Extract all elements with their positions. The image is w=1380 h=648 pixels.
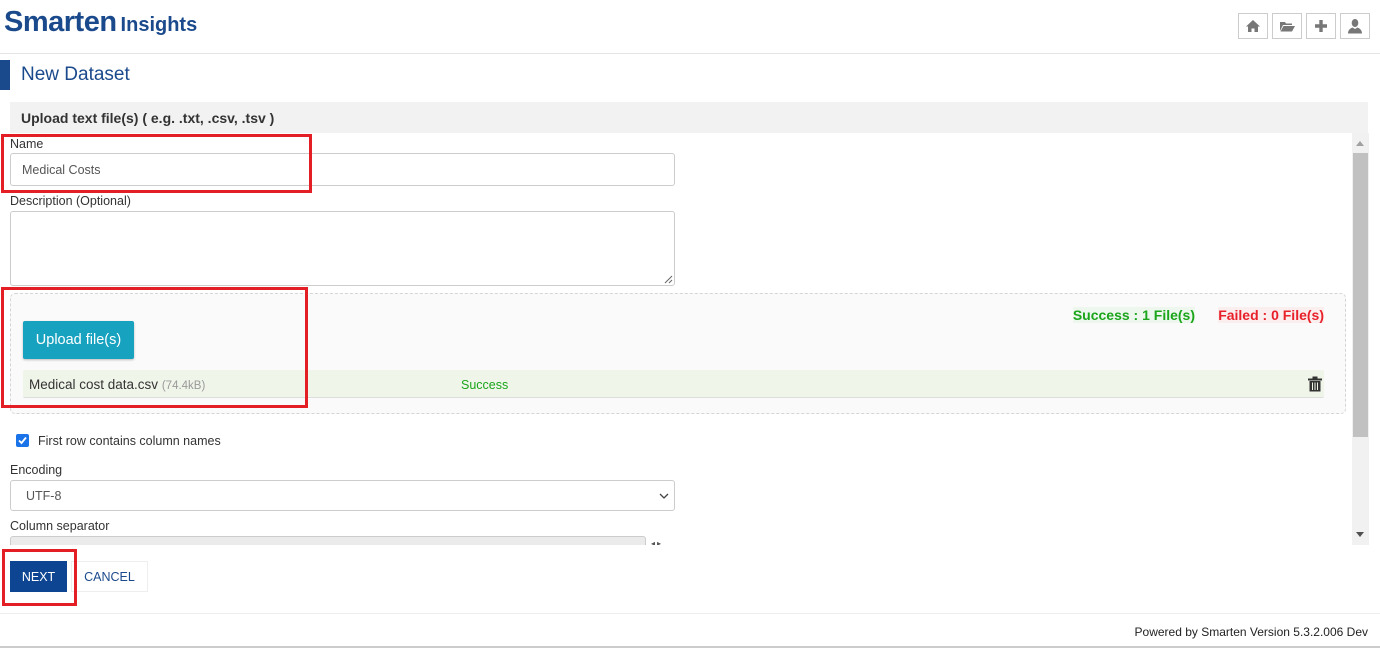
separator-input[interactable] bbox=[10, 536, 646, 545]
home-icon bbox=[1246, 20, 1260, 32]
brand-main: Smarten bbox=[4, 6, 117, 38]
vertical-scrollbar[interactable] bbox=[1352, 133, 1369, 545]
file-list-item: Medical cost data.csv (74.4kB) Success bbox=[23, 370, 1324, 398]
open-folder-button[interactable] bbox=[1272, 13, 1302, 39]
file-status: Success bbox=[461, 378, 509, 392]
file-name-text: Medical cost data.csv bbox=[29, 377, 159, 392]
encoding-select[interactable]: UTF-8 bbox=[10, 480, 675, 511]
brand-sub: Insights bbox=[120, 14, 198, 36]
page-title: New Dataset bbox=[21, 64, 130, 85]
encoding-value: UTF-8 bbox=[26, 489, 62, 503]
separator-label: Column separator bbox=[10, 519, 110, 533]
scroll-up-icon[interactable] bbox=[1356, 141, 1364, 146]
file-name: Medical cost data.csv (74.4kB) bbox=[29, 377, 205, 392]
cancel-button[interactable]: CANCEL bbox=[71, 561, 148, 592]
form-scroll-area: Name Medical Costs Description (Optional… bbox=[0, 133, 1352, 545]
name-label: Name bbox=[10, 137, 44, 151]
title-accent bbox=[0, 60, 10, 90]
app-header: Smarten Insights bbox=[0, 0, 1380, 54]
description-textarea[interactable] bbox=[10, 211, 675, 286]
upload-dropzone[interactable]: Upload file(s) Success : 1 File(s) Faile… bbox=[10, 293, 1346, 414]
folder-open-icon bbox=[1280, 22, 1295, 32]
success-count: Success : 1 File(s) bbox=[1072, 307, 1195, 323]
footer-version: Powered by Smarten Version 5.3.2.006 Dev bbox=[1134, 625, 1368, 639]
first-row-checkbox[interactable] bbox=[16, 434, 29, 447]
brand-logo[interactable]: Smarten Insights bbox=[4, 6, 197, 39]
scrollbar-thumb[interactable] bbox=[1353, 153, 1368, 437]
user-icon bbox=[1348, 19, 1362, 34]
footer-divider bbox=[0, 613, 1380, 614]
description-label: Description (Optional) bbox=[10, 194, 131, 208]
checkmark-icon bbox=[18, 436, 27, 445]
header-toolbar bbox=[1238, 13, 1370, 39]
scroll-down-icon[interactable] bbox=[1356, 532, 1364, 537]
plus-icon bbox=[1315, 20, 1327, 32]
resize-grip-icon[interactable] bbox=[664, 275, 673, 284]
failed-count: Failed : 0 File(s) bbox=[1218, 307, 1324, 323]
file-size-value: 74.4kB bbox=[165, 380, 202, 392]
chevron-down-icon bbox=[659, 493, 669, 499]
home-button[interactable] bbox=[1238, 13, 1268, 39]
next-button[interactable]: NEXT bbox=[10, 561, 67, 592]
name-input[interactable]: Medical Costs bbox=[10, 153, 675, 186]
user-button[interactable] bbox=[1340, 13, 1370, 39]
upload-files-button[interactable]: Upload file(s) bbox=[23, 321, 134, 359]
file-size: (74.4kB) bbox=[161, 380, 206, 392]
add-button[interactable] bbox=[1306, 13, 1336, 39]
spinner-arrows-icon[interactable]: ◂▸ bbox=[651, 539, 663, 545]
encoding-label: Encoding bbox=[10, 463, 63, 477]
first-row-label[interactable]: First row contains column names bbox=[38, 434, 221, 448]
panel-header: Upload text file(s) ( e.g. .txt, .csv, .… bbox=[10, 102, 1368, 133]
panel-title: Upload text file(s) ( e.g. .txt, .csv, .… bbox=[21, 110, 275, 126]
trash-icon[interactable] bbox=[1308, 376, 1322, 392]
